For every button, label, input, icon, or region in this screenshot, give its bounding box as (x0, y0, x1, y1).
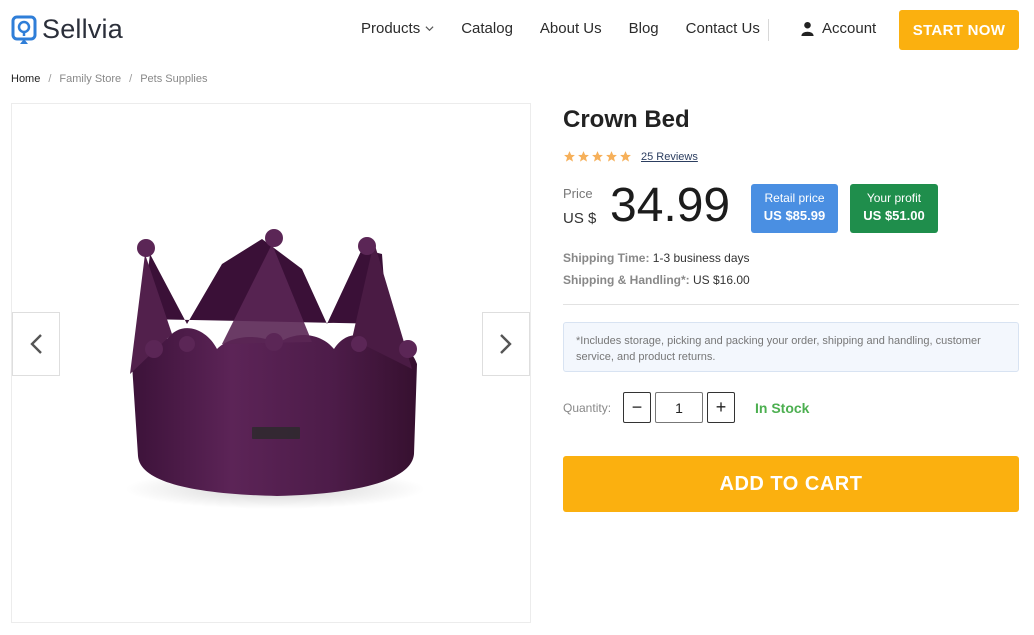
breadcrumb: Home / Family Store / Pets Supplies (11, 73, 207, 85)
star-icon (564, 151, 575, 162)
account-link[interactable]: Account (800, 20, 876, 37)
site-header: Sellvia Products Catalog About Us Blog C… (0, 0, 1034, 62)
quantity-label: Quantity: (563, 401, 612, 415)
nav-contact-label: Contact Us (685, 20, 760, 37)
reviews-link[interactable]: 25 Reviews (641, 151, 698, 163)
breadcrumb-pets-supplies[interactable]: Pets Supplies (140, 73, 207, 85)
product-rating: 25 Reviews (563, 150, 698, 163)
quantity-input[interactable] (655, 392, 703, 423)
product-image (125, 229, 425, 509)
star-icon (620, 151, 631, 162)
price-label: Price (563, 186, 593, 201)
add-to-cart-button[interactable]: ADD TO CART (563, 456, 1019, 512)
nav-divider (768, 19, 769, 41)
nav-catalog-label: Catalog (461, 20, 513, 37)
nav-about-us[interactable]: About Us (540, 20, 602, 37)
user-icon (801, 21, 814, 36)
nav-blog[interactable]: Blog (629, 20, 659, 37)
start-now-button[interactable]: START NOW (899, 10, 1019, 50)
shipping-handling: Shipping & Handling*: US $16.00 (563, 273, 750, 287)
shipping-handling-label: Shipping & Handling*: (563, 273, 690, 287)
nav-contact-us[interactable]: Contact Us (686, 20, 760, 37)
product-title: Crown Bed (563, 106, 690, 133)
quantity-increase-button[interactable]: + (707, 392, 735, 423)
price-currency: US $ (563, 210, 597, 227)
chevron-right-icon (500, 334, 512, 354)
shipping-note: *Includes storage, picking and packing y… (563, 322, 1019, 372)
star-icon (606, 151, 617, 162)
chevron-down-icon (425, 26, 434, 32)
star-icon (578, 151, 589, 162)
gallery-next-button[interactable] (482, 312, 530, 376)
retail-price-value: US $85.99 (763, 208, 826, 223)
shipping-handling-value: US $16.00 (693, 273, 750, 287)
brand-name: Sellvia (42, 14, 123, 44)
breadcrumb-separator: / (129, 73, 133, 85)
profit-value: US $51.00 (863, 208, 925, 223)
breadcrumb-separator: / (48, 73, 52, 85)
profit-badge: Your profit US $51.00 (850, 184, 938, 233)
gallery-prev-button[interactable] (12, 312, 60, 376)
retail-price-badge: Retail price US $85.99 (751, 184, 838, 233)
star-rating (563, 150, 633, 163)
chevron-left-icon (30, 334, 42, 354)
shipping-time: Shipping Time: 1-3 business days (563, 251, 750, 265)
retail-price-label: Retail price (764, 191, 825, 205)
stock-status: In Stock (755, 400, 810, 416)
price-value: 34.99 (610, 179, 731, 232)
product-gallery (11, 103, 531, 623)
shipping-time-value: 1-3 business days (652, 251, 750, 265)
star-icon (592, 151, 603, 162)
quantity-decrease-button[interactable]: − (623, 392, 651, 423)
profit-label: Your profit (866, 191, 922, 205)
nav-about-label: About Us (539, 20, 602, 37)
breadcrumb-family-store[interactable]: Family Store (59, 73, 121, 85)
details-divider (563, 304, 1019, 305)
nav-blog-label: Blog (628, 20, 659, 37)
nav-products-label: Products (361, 20, 421, 37)
shipping-time-label: Shipping Time: (563, 251, 650, 265)
location-pin-icon (11, 15, 37, 44)
breadcrumb-home[interactable]: Home (11, 73, 40, 85)
main-nav: Products Catalog About Us Blog Contact U… (361, 20, 787, 37)
account-label: Account (822, 20, 877, 37)
nav-products[interactable]: Products (361, 20, 434, 37)
brand-logo[interactable]: Sellvia (11, 14, 123, 45)
nav-catalog[interactable]: Catalog (461, 20, 513, 37)
